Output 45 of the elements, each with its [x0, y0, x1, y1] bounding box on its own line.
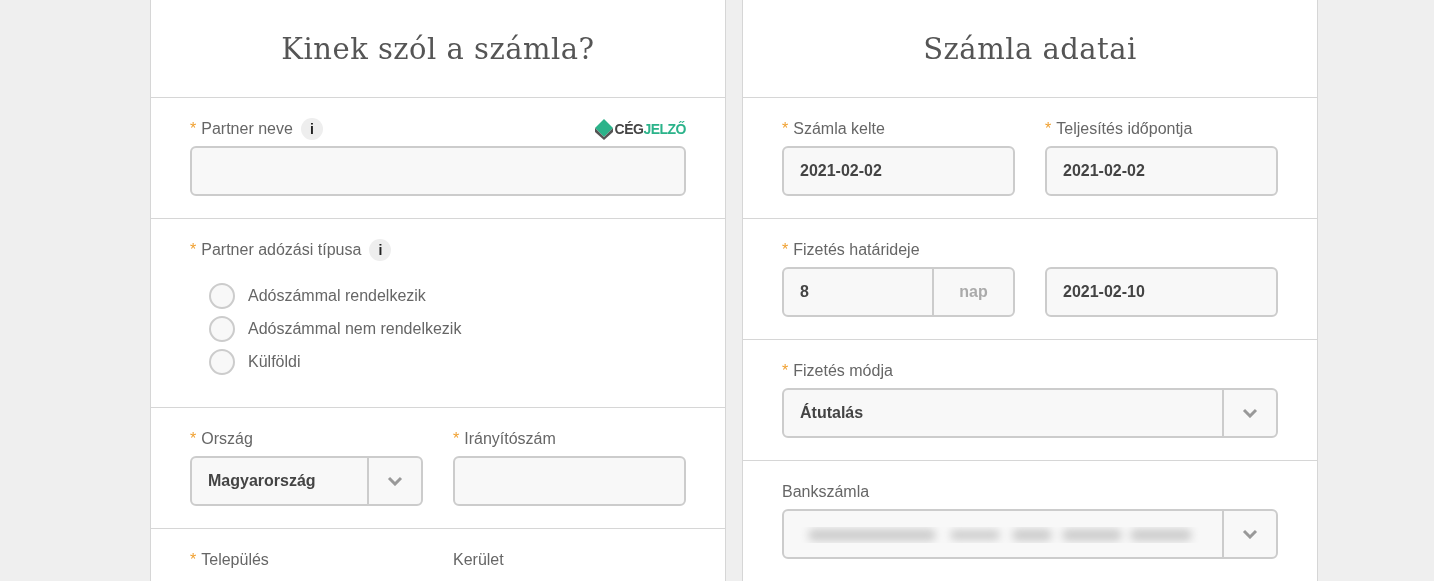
info-button[interactable]: i	[369, 239, 392, 261]
radio-label: Adószámmal rendelkezik	[248, 287, 426, 305]
field-label: Kerület	[453, 551, 504, 569]
radio-button[interactable]	[209, 316, 235, 342]
required-mark: *	[190, 430, 197, 448]
required-mark: *	[1045, 120, 1052, 138]
unit-addon: nap	[933, 267, 1015, 317]
radio-button[interactable]	[209, 283, 235, 309]
number-field[interactable]: 8	[782, 267, 933, 317]
required-mark: *	[782, 241, 789, 259]
field-label: Teljesítés időpontja	[1056, 120, 1193, 138]
dropdown[interactable]: Átutalás	[782, 388, 1278, 438]
field-label: Irányítószám	[464, 430, 556, 448]
field-label: Ország	[201, 430, 253, 448]
logo-icon	[593, 118, 614, 140]
logo-text: CÉGJELZŐ	[614, 121, 686, 137]
date-field[interactable]: 2021-02-10	[1045, 267, 1278, 317]
date-field[interactable]: 2021-02-02	[782, 146, 1015, 196]
field-label: Számla kelte	[793, 120, 885, 138]
field-label: Település	[201, 551, 269, 569]
required-mark: *	[782, 120, 789, 138]
field-label: Bankszámla	[782, 483, 870, 501]
panel-title: Számla adatai	[923, 31, 1137, 66]
dropdown[interactable]: Magyarország	[190, 456, 423, 506]
field-label: Partner adózási típusa	[201, 241, 362, 259]
required-mark: *	[190, 551, 197, 569]
dropdown[interactable]	[782, 509, 1278, 559]
radio-button[interactable]	[209, 349, 235, 375]
required-mark: *	[190, 120, 197, 138]
radio-label: Külföldi	[248, 353, 301, 371]
text-field[interactable]	[190, 146, 686, 196]
chevron-down-icon	[1242, 408, 1258, 418]
date-field[interactable]: 2021-02-02	[1045, 146, 1278, 196]
radio-label: Adószámmal nem rendelkezik	[248, 320, 462, 338]
text-field[interactable]	[453, 456, 686, 506]
required-mark: *	[190, 241, 197, 259]
chevron-down-icon	[387, 476, 403, 486]
panel-title: Kinek szól a számla?	[281, 31, 595, 66]
required-mark: *	[453, 430, 460, 448]
required-mark: *	[782, 362, 789, 380]
info-button[interactable]: i	[300, 118, 323, 140]
field-label: Partner neve	[201, 120, 293, 138]
field-label: Fizetés módja	[793, 362, 893, 380]
chevron-down-icon	[1242, 529, 1258, 539]
field-label: Fizetés határideje	[793, 241, 920, 259]
